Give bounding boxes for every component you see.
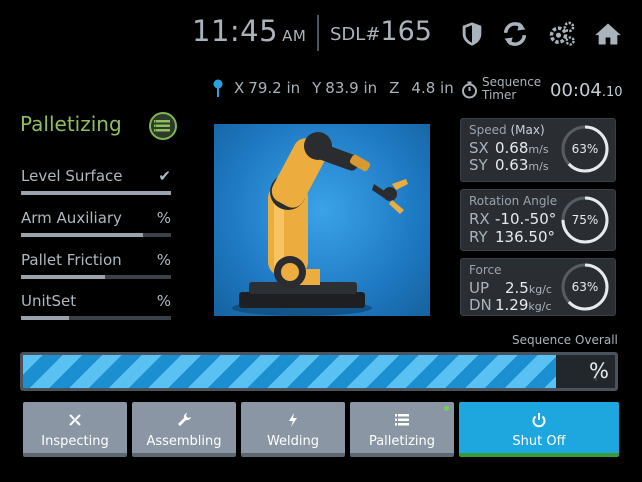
speed-gauge: 63% [560,124,610,174]
check-label: Level Surface [21,167,123,185]
progress-percent: % [589,359,609,383]
power-icon [459,412,619,434]
position-readout: X 79.2 in Y 83.9 in Z 4.8 in [212,79,466,97]
inspect-icon [23,412,127,434]
check-progress-fill [21,233,143,237]
button-label: Assembling [146,434,222,449]
location-pin-icon [213,79,223,97]
active-indicator-dot [444,406,449,411]
shut-off-button[interactable]: Shut Off [459,402,619,457]
clock-time: 11:45 [192,14,279,48]
inspecting-button[interactable]: Inspecting [23,402,127,457]
palletizing-button[interactable]: Palletizing [350,402,454,457]
home-icon[interactable] [594,20,622,48]
button-label: Palletizing [368,434,436,449]
button-label: Welding [266,434,320,449]
check-value: % [156,209,171,227]
card-title: Speed (Max) [469,123,545,137]
progress-fill [23,355,556,388]
checkmark-icon: ✔ [158,167,171,185]
rotation-gauge: 75% [560,195,610,245]
speed-card: Speed (Max) SX 0.68m/s SY 0.63m/s 63% [460,118,616,182]
list-icon [350,412,454,434]
check-progress-fill [21,316,69,320]
button-label: Shut Off [512,434,566,449]
check-progress-track [21,233,171,237]
speed-sx-row: SX 0.68m/s [469,139,549,157]
card-title: Force [469,263,502,277]
check-progress-track [21,316,171,320]
sdl-number-display: SDL#165 [330,16,432,47]
z-label: Z [389,79,400,97]
force-card: Force UP 2.5kg/c DN 1.29kg/c 63% [460,258,616,316]
sequence-timer-value: 00:04.10 [550,80,623,101]
sdl-label: SDL# [330,24,381,45]
gauge-value: 63% [571,280,599,294]
clock: 11:45 AM [192,14,306,48]
assembling-button[interactable]: Assembling [132,402,236,457]
settings-icon[interactable] [548,20,576,48]
check-progress-fill [21,275,105,279]
gauge-value: 63% [571,142,599,156]
force-up-row: UP 2.5kg/c [469,279,552,297]
welding-button[interactable]: Welding [241,402,345,457]
mode-title: Palletizing [20,112,122,136]
card-title: Rotation Angle [469,194,558,208]
bolt-icon [241,412,345,434]
button-label: Inspecting [41,434,109,449]
x-value: 79.2 in [248,79,301,97]
check-progress-fill [21,191,171,195]
check-progress-track [21,275,171,279]
force-gauge: 63% [560,262,610,312]
check-label: Pallet Friction [21,251,122,269]
stopwatch-icon [462,81,477,99]
sequence-overall-progress: % [20,352,618,391]
check-value: % [156,251,171,269]
sdl-number: 165 [380,16,432,47]
rotation-angle-card: Rotation Angle RX -10.-50° RY 136.50° 75% [460,189,616,251]
clock-ampm: AM [282,27,307,45]
force-dn-row: DN 1.29kg/c [469,296,552,314]
gauge-value: 75% [571,213,599,227]
speed-sy-row: SY 0.63m/s [469,156,549,174]
sequence-overall-label: Sequence Overall [512,333,618,347]
y-value: 83.9 in [325,79,378,97]
check-progress-track [21,191,171,195]
wrench-icon [132,412,236,434]
robot-arm-image [214,124,430,316]
check-value: % [156,292,171,310]
rotation-rx-row: RX -10.-50° [469,210,557,228]
shield-icon[interactable] [458,20,486,48]
z-value: 4.8 in [411,79,454,97]
check-label: Arm Auxiliary [21,209,122,227]
x-label: X [234,79,245,97]
header-divider [317,15,319,51]
check-label: UnitSet [21,292,77,310]
rotation-ry-row: RY 136.50° [469,228,555,246]
y-label: Y [312,79,322,97]
list-icon[interactable] [149,112,177,140]
refresh-icon[interactable] [501,20,529,48]
sequence-timer-label: Sequence Timer [482,75,542,102]
